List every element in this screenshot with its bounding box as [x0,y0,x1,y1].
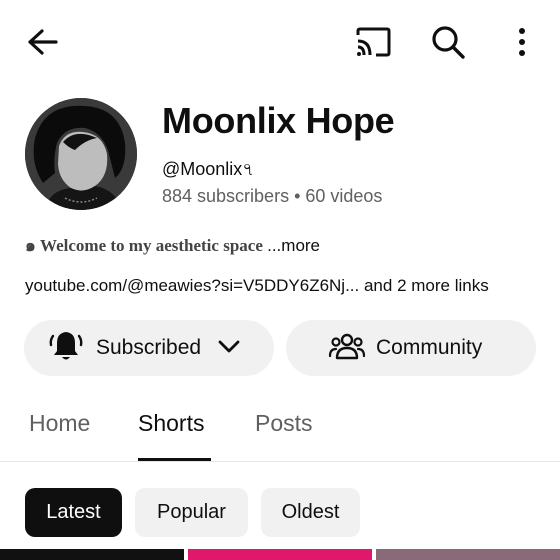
channel-stats: 884 subscribers • 60 videos [162,186,383,206]
tab-posts[interactable]: Posts [255,410,313,437]
more-vert-icon[interactable] [505,22,539,62]
tab-home[interactable]: Home [29,410,90,437]
channel-name: Moonlix Hope [162,100,395,141]
description-text: ๑ Welcome to my aesthetic space [25,236,268,255]
bell-icon [48,328,84,369]
channel-links[interactable]: youtube.com/@meawies?si=V5DDY6Z6Nj... an… [25,276,489,296]
short-thumbnail[interactable] [376,549,560,560]
top-bar [0,0,560,84]
subscribed-label: Subscribed [96,336,202,359]
active-tab-indicator [138,458,211,461]
filter-chip-oldest[interactable]: Oldest [261,488,360,537]
back-arrow-icon[interactable] [22,24,62,60]
description-more-link[interactable]: ...more [267,236,320,255]
shorts-grid [0,549,560,560]
channel-avatar[interactable] [25,98,137,210]
channel-description[interactable]: ๑ Welcome to my aesthetic space ...more [25,232,320,259]
community-button[interactable]: Community [286,320,536,376]
channel-handle: @Moonlix৭ [162,159,255,179]
cast-icon[interactable] [352,24,394,60]
filter-chip-latest[interactable]: Latest [25,488,122,537]
search-icon[interactable] [428,22,468,62]
short-thumbnail[interactable] [188,549,372,560]
filter-chip-popular[interactable]: Popular [135,488,248,537]
chevron-down-icon [217,338,241,359]
community-label: Community [376,336,483,359]
channel-tabs: Home Shorts Posts [0,398,560,462]
short-thumbnail[interactable] [0,549,184,560]
community-icon [328,330,366,367]
subscribed-button[interactable]: Subscribed [24,320,274,376]
tab-shorts[interactable]: Shorts [138,410,204,437]
